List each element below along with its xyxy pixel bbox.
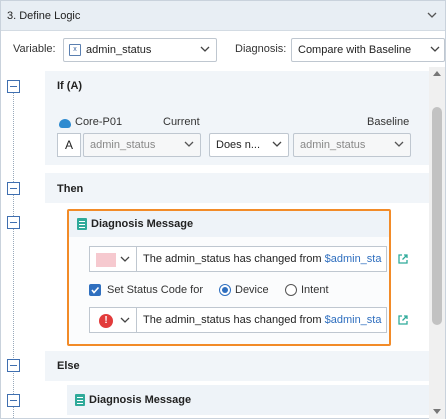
collapse-if-toggle[interactable] (7, 80, 20, 93)
variable-select[interactable]: x admin_status (63, 38, 217, 62)
scroll-up-icon[interactable] (433, 71, 441, 76)
radio-device[interactable] (219, 284, 231, 296)
chevron-down-icon (200, 42, 210, 56)
variable-icon: x (69, 44, 81, 56)
then-title: Then (57, 183, 84, 195)
else-diagnosis-title: Diagnosis Message (89, 394, 192, 406)
message-prefix: The admin_status has changed from (143, 253, 325, 265)
current-value-select[interactable]: admin_status (83, 133, 201, 157)
status-message-row: ! The admin_status has changed from $adm… (89, 307, 387, 333)
color-select[interactable] (89, 246, 137, 272)
collapse-then-toggle[interactable] (7, 182, 20, 195)
baseline-value: admin_status (300, 139, 366, 151)
chevron-down-icon (120, 252, 130, 269)
radio-intent[interactable] (285, 284, 297, 296)
else-section: Else (45, 351, 429, 381)
diagnosis-select[interactable]: Compare with Baseline (291, 38, 445, 62)
status-code-row: Set Status Code for Device Intent (89, 282, 389, 300)
baseline-value-select[interactable]: admin_status (293, 133, 411, 157)
color-swatch (96, 253, 116, 267)
device-name: Core-P01 (75, 116, 123, 128)
status-code-checkbox[interactable] (89, 284, 101, 296)
chevron-down-icon[interactable] (425, 8, 439, 22)
baseline-label: Baseline (367, 116, 410, 128)
status-message-input[interactable]: The admin_status has changed from $admin… (137, 307, 387, 333)
status-message-prefix: The admin_status has changed from (143, 314, 325, 326)
external-link-icon[interactable] (397, 253, 409, 265)
radio-device-label: Device (235, 284, 269, 296)
message-text: The admin_status has changed from $admin… (143, 253, 381, 265)
diagnosis-label: Diagnosis: (235, 43, 287, 55)
current-value: admin_status (90, 139, 156, 151)
operator-value: Does n... (216, 139, 261, 151)
external-link-icon[interactable] (397, 314, 409, 326)
variable-row: Variable: x admin_status Diagnosis: Comp… (1, 33, 445, 67)
diagnosis-message-header: Diagnosis Message (69, 211, 389, 237)
device-icon (59, 119, 71, 128)
chevron-down-icon (272, 137, 282, 151)
alias-box: A (57, 133, 81, 157)
collapse-else-toggle[interactable] (7, 359, 20, 372)
collapse-else-diagnosis-toggle[interactable] (7, 394, 20, 407)
if-title: If (A) (57, 80, 83, 92)
status-message-text: The admin_status has changed from $admin… (143, 314, 381, 326)
diagnosis-message-title: Diagnosis Message (91, 218, 194, 230)
message-variable: $admin_sta (324, 253, 382, 265)
status-message-variable: $admin_sta (324, 314, 382, 326)
panel-header: 3. Define Logic (1, 1, 445, 31)
else-title: Else (57, 360, 80, 372)
document-icon (77, 218, 87, 230)
chevron-down-icon (430, 42, 440, 56)
collapse-diagnosis-toggle[interactable] (7, 216, 20, 229)
vertical-scrollbar[interactable] (429, 67, 445, 419)
variable-label: Variable: (13, 43, 56, 55)
panel-title: 3. Define Logic (7, 10, 81, 22)
else-diagnosis-header: Diagnosis Message (67, 385, 429, 415)
chevron-down-icon (120, 313, 130, 330)
operator-select[interactable]: Does n... (209, 133, 289, 157)
status-select[interactable]: ! (89, 307, 137, 333)
current-label: Current (163, 116, 200, 128)
radio-intent-label: Intent (301, 284, 329, 296)
diagnosis-select-value: Compare with Baseline (298, 44, 412, 56)
message-row: The admin_status has changed from $admin… (89, 246, 387, 272)
variable-select-value: admin_status (86, 44, 152, 56)
message-input[interactable]: The admin_status has changed from $admin… (137, 246, 387, 272)
define-logic-panel: 3. Define Logic Variable: x admin_status… (0, 0, 446, 419)
scroll-thumb[interactable] (432, 107, 442, 325)
then-section: Then (45, 173, 429, 203)
chevron-down-icon (394, 137, 404, 151)
error-icon: ! (99, 314, 113, 328)
chevron-down-icon (184, 137, 194, 151)
document-icon (75, 394, 85, 406)
status-code-label: Set Status Code for (107, 284, 203, 296)
scroll-down-icon[interactable] (433, 409, 441, 414)
